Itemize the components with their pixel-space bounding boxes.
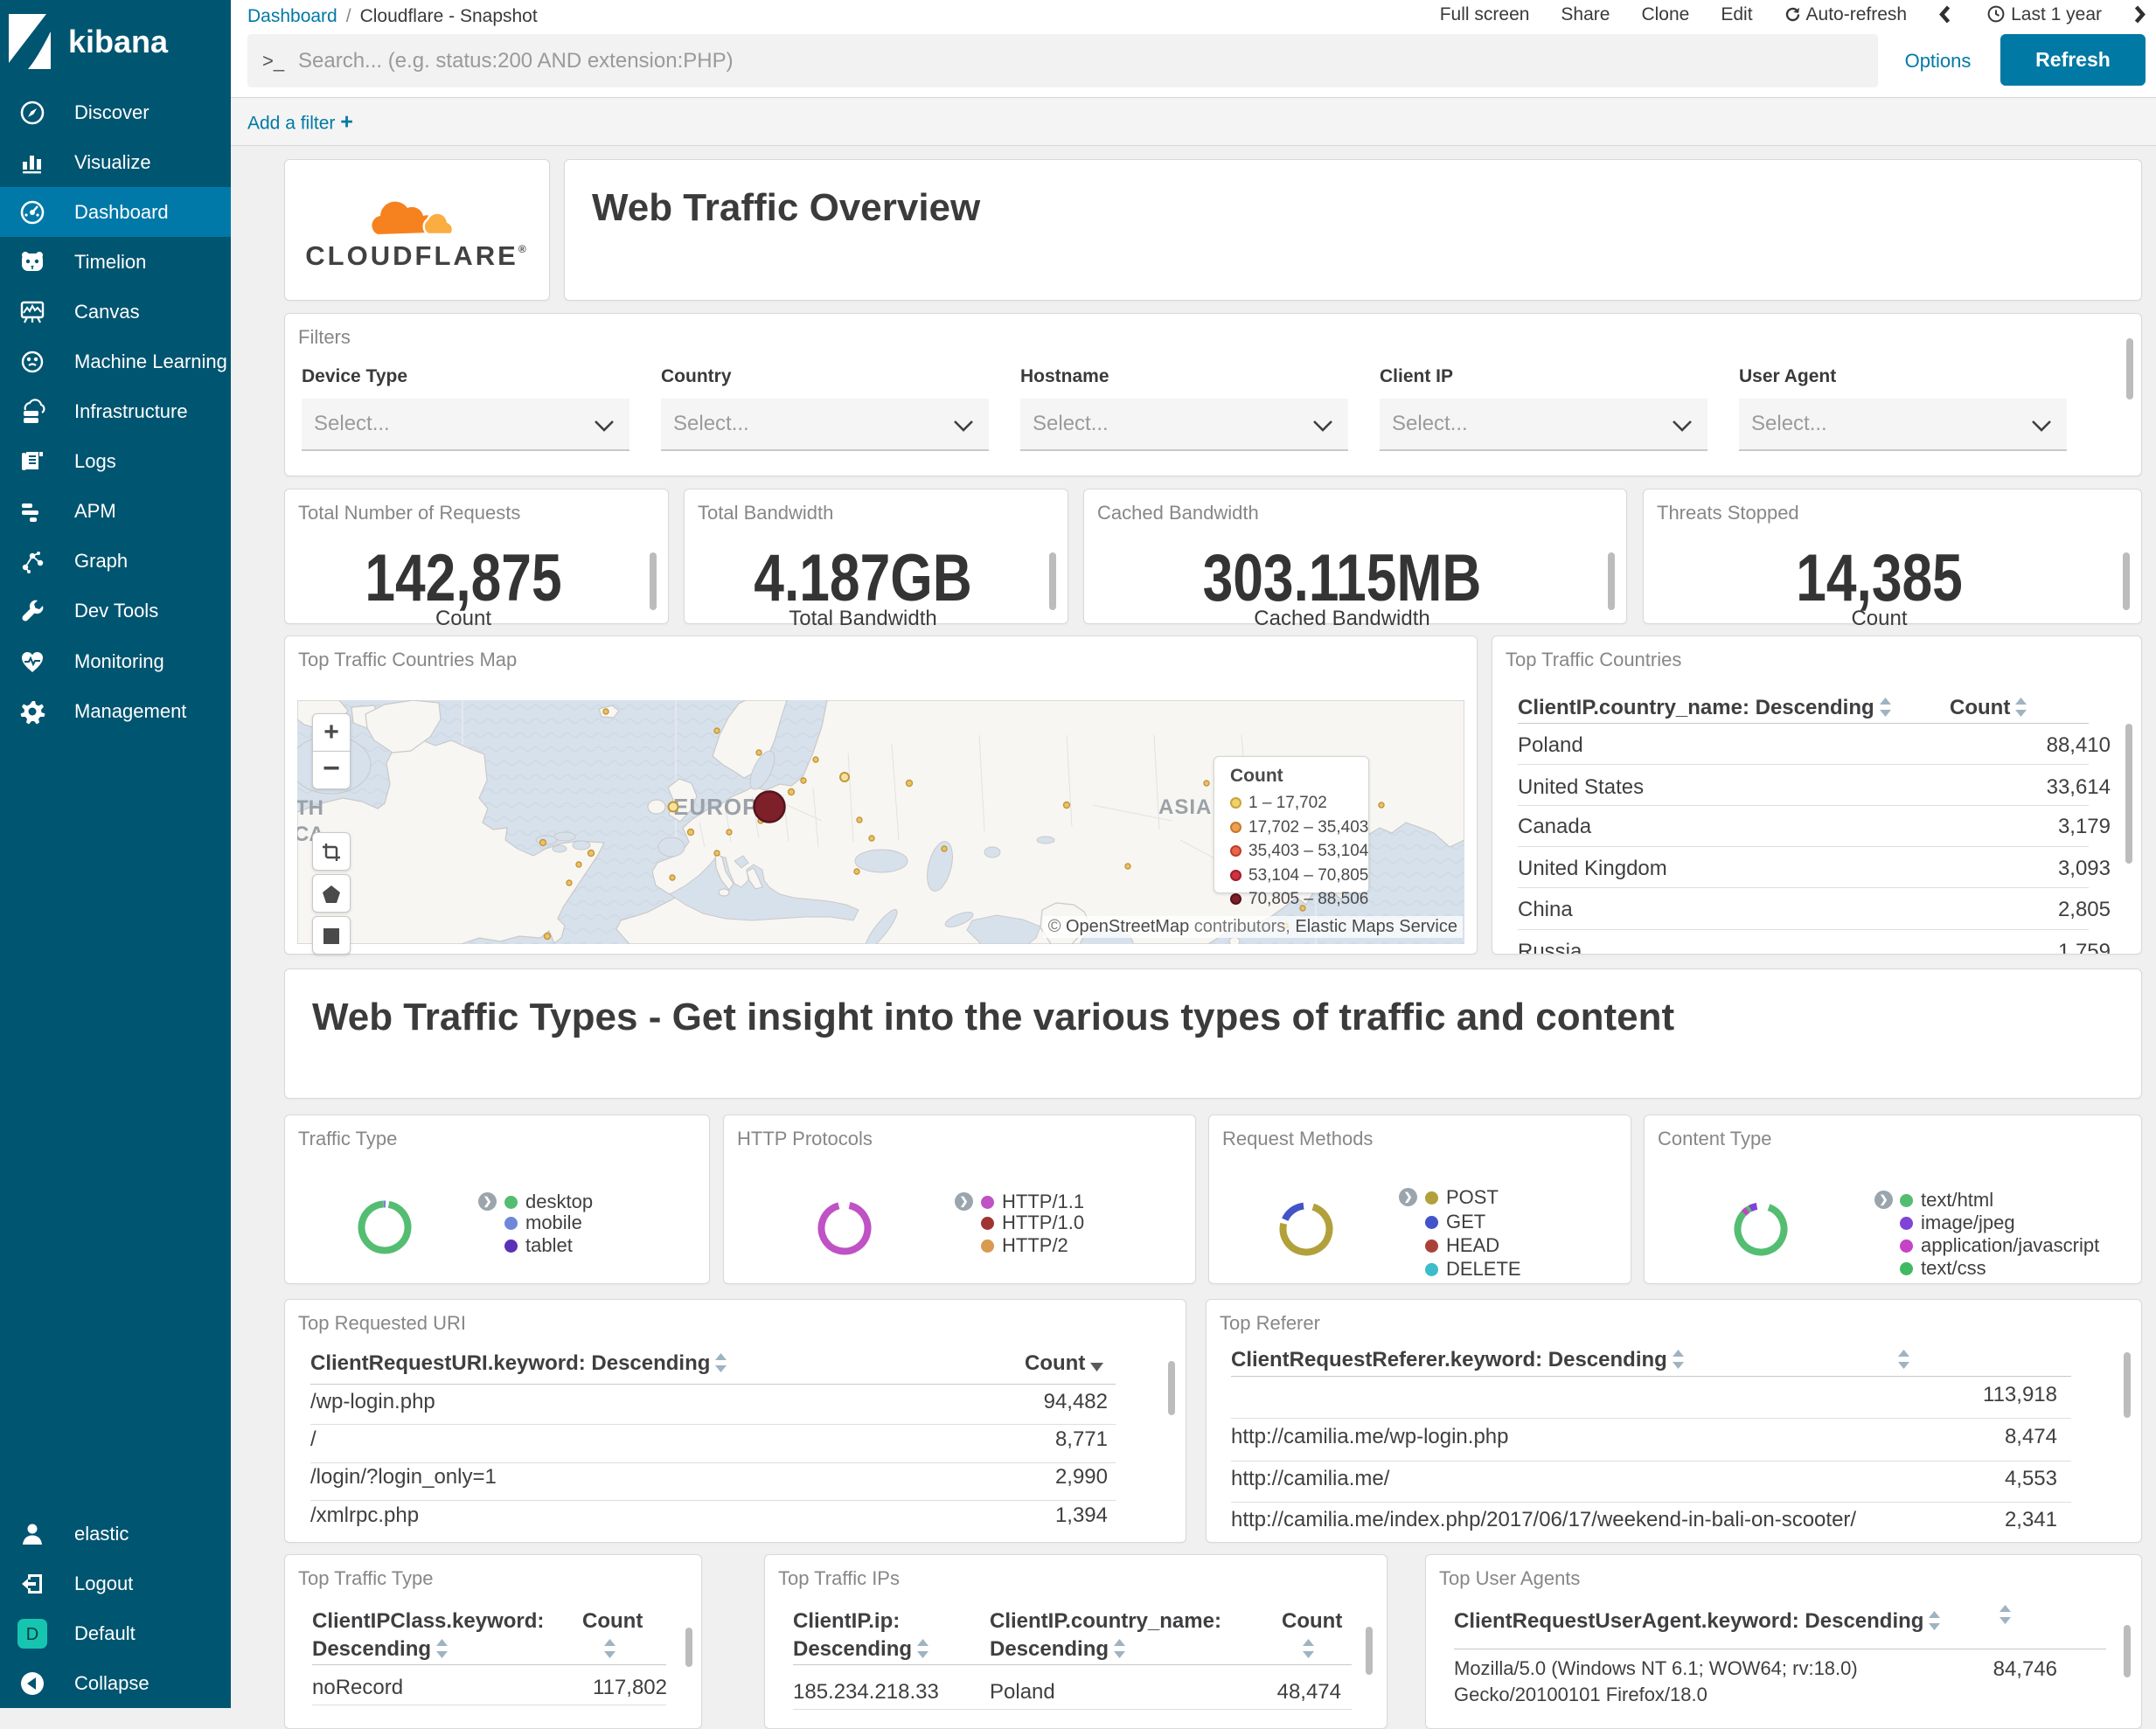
svg-text:TH: TH: [297, 796, 323, 820]
svg-text:D: D: [26, 1625, 38, 1644]
svg-text:ASIA: ASIA: [1158, 795, 1212, 819]
